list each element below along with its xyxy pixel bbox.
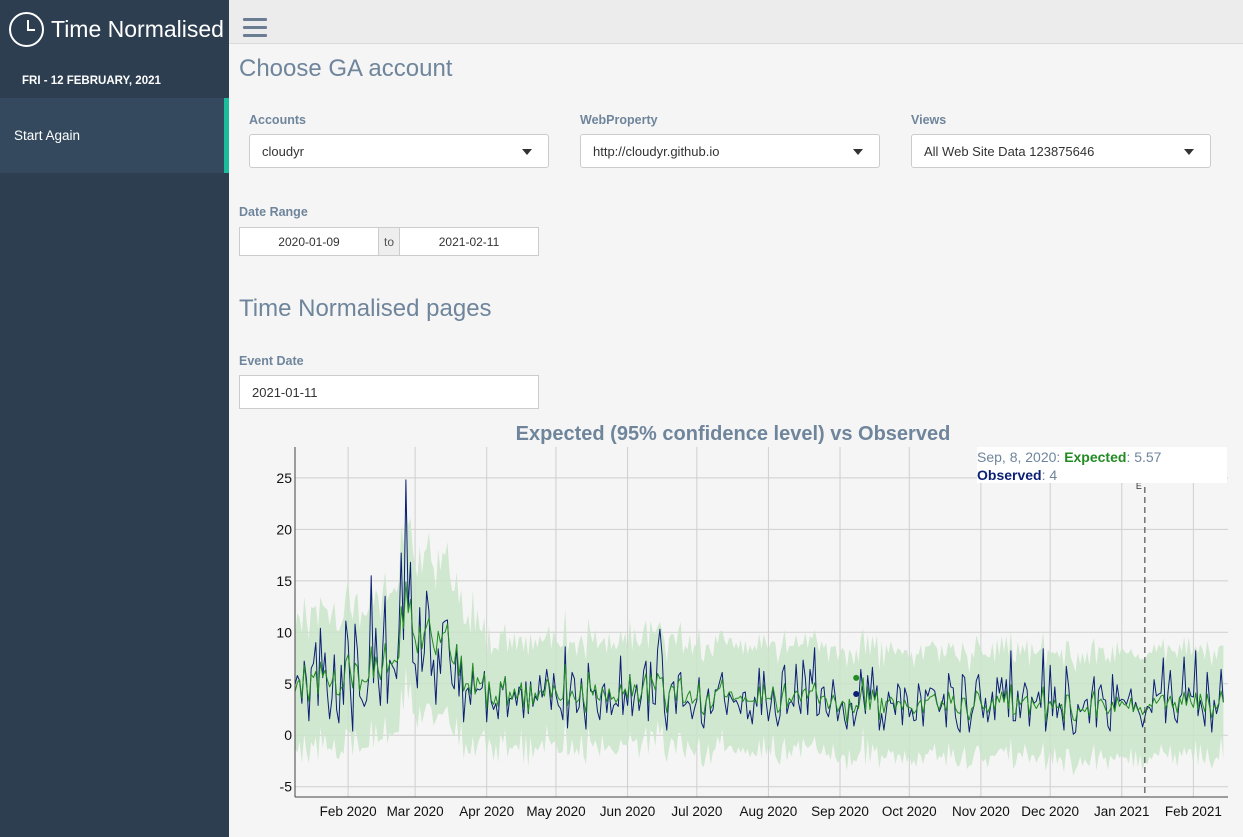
x-tick-label: Jan 2021: [1094, 804, 1150, 819]
y-tick-label: 10: [276, 624, 292, 640]
expected-vs-observed-chart[interactable]: E -50510152025 Feb 2020 Mar 2020 Apr 2020 M…: [255, 445, 1235, 835]
date-range-start[interactable]: 2020-01-09: [240, 228, 378, 255]
views-select-value: All Web Site Data 123875646: [924, 143, 1095, 159]
tooltip-date: Sep, 8, 2020:: [977, 449, 1061, 465]
event-date-label: Event Date: [239, 354, 304, 368]
tooltip-expected-label: Expected: [1064, 449, 1127, 465]
x-tick-label: Oct 2020: [882, 804, 937, 819]
sidebar-item-label: Start Again: [14, 128, 81, 143]
tooltip-expected-value: : 5.57: [1126, 449, 1162, 465]
top-header: [229, 0, 1243, 44]
highlight-observed-point: [853, 691, 860, 698]
x-tick-label: Sep 2020: [811, 804, 869, 819]
section-title-time-normalised: Time Normalised pages: [239, 295, 492, 322]
accounts-select[interactable]: cloudyr: [249, 134, 549, 168]
clock-icon: [9, 11, 44, 47]
y-tick-label: 20: [276, 521, 292, 537]
tooltip-line-observed: Observed: 4: [977, 466, 1227, 484]
x-tick-label: Dec 2020: [1021, 804, 1079, 819]
x-tick-label: Jun 2020: [600, 804, 656, 819]
dropdown-caret-icon: [1184, 149, 1194, 155]
sidebar: Time Normalised FRI - 12 FEBRUARY, 2021 …: [0, 0, 229, 837]
chart-title: Expected (95% confidence level) vs Obser…: [515, 423, 951, 445]
dropdown-caret-icon: [853, 149, 863, 155]
hamburger-menu-icon[interactable]: [243, 18, 267, 38]
x-tick-label: May 2020: [526, 804, 585, 819]
date-range-end[interactable]: 2021-02-11: [400, 228, 538, 255]
x-tick-label: Aug 2020: [740, 804, 798, 819]
y-tick-label: 15: [276, 573, 292, 589]
highlight-expected-point: [853, 674, 860, 681]
section-title-choose-account: Choose GA account: [239, 55, 453, 82]
y-tick-labels: -5 0 5 10 15 20 25: [276, 470, 292, 795]
x-tick-label: Nov 2020: [952, 804, 1010, 819]
x-tick-label: Feb 2020: [320, 804, 377, 819]
tooltip-observed-label: Observed: [977, 467, 1042, 483]
date-range-separator: to: [378, 228, 400, 255]
x-tick-labels: Feb 2020 Mar 2020 Apr 2020 May 2020 Jun 2020…: [320, 804, 1222, 819]
accounts-label: Accounts: [249, 113, 306, 127]
app-title: Time Normalised: [51, 15, 224, 42]
views-select[interactable]: All Web Site Data 123875646: [911, 134, 1211, 168]
y-tick-label: 0: [284, 727, 292, 743]
x-tick-label: Jul 2020: [671, 804, 722, 819]
date-range-label: Date Range: [239, 205, 308, 219]
webproperty-select-value: http://cloudyr.github.io: [593, 143, 720, 159]
date-range-input: 2020-01-09 to 2021-02-11: [239, 227, 539, 256]
chart-tooltip: Sep, 8, 2020: Expected: 5.57 Observed: 4: [977, 447, 1227, 483]
current-date-label: FRI - 12 FEBRUARY, 2021: [22, 75, 161, 87]
y-tick-label: 5: [284, 676, 292, 692]
x-tick-label: Mar 2020: [387, 804, 444, 819]
views-label: Views: [911, 113, 947, 127]
accounts-select-value: cloudyr: [262, 143, 304, 159]
event-date-input[interactable]: 2021-01-11: [239, 375, 539, 409]
webproperty-select[interactable]: http://cloudyr.github.io: [580, 134, 880, 168]
webproperty-label: WebProperty: [580, 113, 658, 127]
sidebar-item-start-again[interactable]: Start Again: [0, 98, 229, 173]
y-tick-label: 25: [276, 470, 292, 486]
tooltip-observed-value: : 4: [1041, 467, 1058, 483]
x-tick-label: Feb 2021: [1165, 804, 1222, 819]
x-tick-label: Apr 2020: [459, 804, 514, 819]
dropdown-caret-icon: [522, 149, 532, 155]
tooltip-line-expected: Sep, 8, 2020: Expected: 5.57: [977, 448, 1227, 466]
y-tick-label: -5: [280, 779, 293, 795]
app-logo[interactable]: Time Normalised: [0, 0, 229, 58]
